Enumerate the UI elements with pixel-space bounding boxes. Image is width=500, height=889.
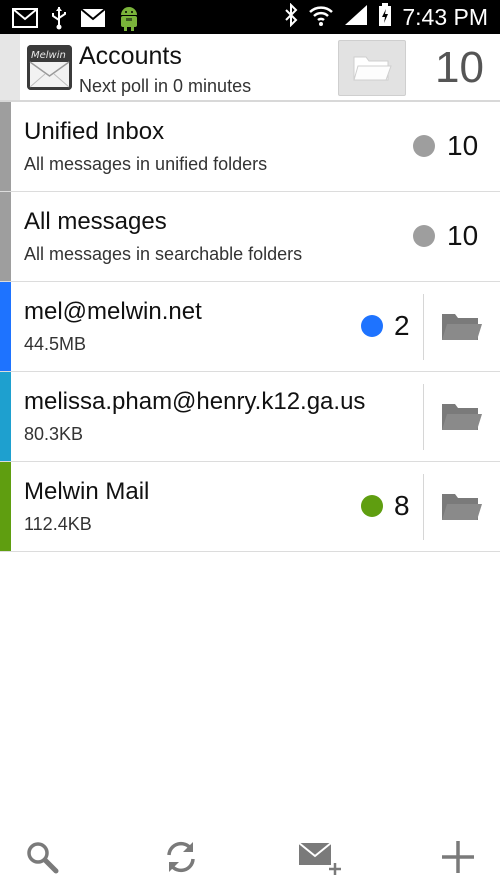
account-subtitle: 44.5MB (24, 334, 87, 354)
add-account-button[interactable] (434, 833, 482, 881)
account-title: Unified Inbox (24, 118, 165, 145)
account-row-mel-melwin[interactable]: mel@melwin.net 44.5MB 2 (0, 282, 500, 372)
search-button[interactable] (18, 833, 66, 881)
refresh-icon (167, 841, 195, 873)
account-title: mel@melwin.net (24, 298, 202, 325)
folder-icon[interactable] (441, 400, 483, 432)
header-color-strip (0, 34, 20, 100)
account-subtitle: All messages in unified folders (24, 154, 268, 174)
notification-icons (12, 5, 140, 36)
android-icon (118, 5, 140, 36)
app-logo-text: Melwin (31, 50, 66, 61)
unread-dot (413, 225, 435, 247)
account-list: Unified Inbox All messages in unified fo… (0, 102, 500, 552)
account-row-all-messages[interactable]: All messages All messages in searchable … (0, 192, 500, 282)
bluetooth-icon (284, 2, 298, 32)
account-color-bar (0, 462, 11, 551)
account-row-unified-inbox[interactable]: Unified Inbox All messages in unified fo… (0, 102, 500, 192)
unread-dot (361, 315, 383, 337)
total-unread-count: 10 (435, 43, 484, 92)
account-color-bar (0, 282, 11, 371)
account-title: Melwin Mail (24, 478, 150, 505)
unread-count: 10 (447, 130, 479, 161)
folder-icon[interactable] (441, 310, 483, 342)
account-row-melissa-pham[interactable]: melissa.pham@henry.k12.ga.us 80.3KB (0, 372, 500, 462)
unread-count: 10 (447, 220, 479, 251)
wifi-icon (308, 4, 334, 31)
search-icon (27, 842, 59, 874)
unread-count: 8 (394, 490, 410, 521)
usb-icon (50, 6, 68, 35)
bottom-action-bar (0, 825, 500, 889)
compose-icon (298, 842, 341, 875)
refresh-button[interactable] (157, 833, 205, 881)
folders-button[interactable] (338, 40, 406, 96)
account-color-bar (0, 372, 11, 461)
row-divider (423, 384, 424, 450)
mail-icon (12, 8, 38, 33)
clock: 7:43 PM (402, 4, 488, 30)
poll-status: Next poll in 0 minutes (79, 76, 252, 96)
unread-dot (361, 495, 383, 517)
compose-button[interactable] (296, 833, 344, 881)
account-color-bar (0, 192, 11, 281)
status-bar: 7:43 PM (0, 0, 500, 34)
app-logo[interactable]: Melwin (27, 45, 72, 90)
signal-icon (344, 4, 368, 31)
account-subtitle: All messages in searchable folders (24, 244, 303, 264)
unread-count: 2 (394, 310, 410, 341)
folder-icon (353, 56, 392, 81)
account-color-bar (0, 102, 11, 191)
add-icon (442, 841, 474, 873)
account-subtitle: 80.3KB (24, 424, 84, 444)
battery-icon (378, 3, 392, 32)
mail-icon (80, 8, 106, 33)
account-subtitle: 112.4KB (24, 514, 92, 534)
action-bar: Melwin Accounts Next poll in 0 minutes 1… (0, 34, 500, 102)
page-title: Accounts (79, 42, 182, 70)
account-row-melwin-mail[interactable]: Melwin Mail 112.4KB 8 (0, 462, 500, 552)
row-divider (423, 294, 424, 360)
unread-dot (413, 135, 435, 157)
account-title: All messages (24, 208, 167, 235)
row-divider (423, 474, 424, 540)
account-title: melissa.pham@henry.k12.ga.us (24, 388, 366, 415)
folder-icon[interactable] (441, 490, 483, 522)
system-icons: 7:43 PM (284, 2, 488, 32)
